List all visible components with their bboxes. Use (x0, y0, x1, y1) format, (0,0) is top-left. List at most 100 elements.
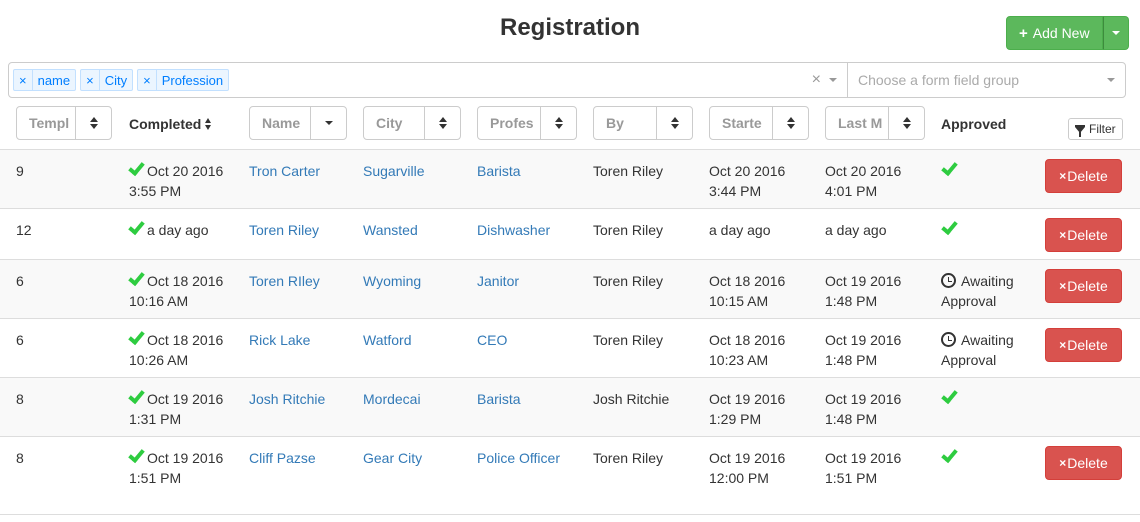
page-title: Registration (499, 14, 640, 41)
profession-link[interactable]: Barista (477, 389, 521, 409)
approved-cell (941, 158, 960, 181)
tag-city: × City (80, 69, 134, 91)
name-link[interactable]: Toren RIley (249, 271, 320, 291)
template-cell: 6 (16, 332, 24, 348)
add-new-button-group: + Add New (1006, 16, 1129, 50)
last-modified-filter: Last M (825, 106, 925, 140)
form-field-group-placeholder: Choose a form field group (858, 72, 1020, 88)
template-filter-input[interactable]: Templ (17, 107, 75, 139)
check-icon (941, 158, 958, 177)
started-cell: Oct 20 2016 3:44 PM (709, 163, 786, 199)
check-icon (128, 327, 145, 346)
close-icon: × (1059, 456, 1067, 470)
delete-button[interactable]: × Delete (1045, 159, 1122, 193)
sort-icon (554, 117, 563, 129)
check-icon (941, 386, 958, 405)
delete-button[interactable]: × Delete (1045, 446, 1122, 480)
name-link[interactable]: Cliff Pazse (249, 448, 316, 468)
approved-header: Approved (941, 116, 1006, 132)
by-cell: Toren Riley (593, 222, 664, 238)
tag-remove-icon[interactable]: × (14, 70, 33, 90)
approved-header-label: Approved (941, 116, 1007, 132)
city-link[interactable]: Watford (363, 330, 412, 350)
started-cell: Oct 18 2016 10:23 AM (709, 332, 786, 368)
city-link[interactable]: Wansted (363, 220, 418, 240)
profession-link[interactable]: Police Officer (477, 448, 560, 468)
name-link[interactable]: Rick Lake (249, 330, 310, 350)
by-cell: Toren Riley (593, 332, 664, 348)
profession-sort-button[interactable] (540, 107, 576, 139)
name-filter-input[interactable]: Name (250, 107, 310, 139)
completed-cell: Oct 18 2016 10:16 AM (128, 268, 223, 311)
name-link[interactable]: Josh Ritchie (249, 389, 325, 409)
last-modified-cell: Oct 19 2016 1:48 PM (825, 332, 902, 368)
chevron-down-icon[interactable] (829, 78, 837, 82)
profession-link[interactable]: Janitor (477, 271, 519, 291)
by-filter-input[interactable]: By (594, 107, 656, 139)
name-filter: Name (249, 106, 347, 140)
city-link[interactable]: Gear City (363, 448, 422, 468)
table-row: 8 Oct 19 2016 1:31 PM Josh Ritchie Mordec… (0, 377, 1140, 437)
name-dropdown-button[interactable] (310, 107, 346, 139)
approved-cell (941, 217, 960, 240)
check-icon (128, 217, 145, 236)
close-icon: × (1059, 169, 1067, 183)
profession-link[interactable]: Barista (477, 161, 521, 181)
city-filter-input[interactable]: City (364, 107, 424, 139)
city-filter: City (363, 106, 461, 140)
city-link[interactable]: Wyoming (363, 271, 421, 291)
template-cell: 12 (16, 222, 32, 238)
profession-link[interactable]: CEO (477, 330, 507, 350)
last-modified-cell: Oct 19 2016 1:48 PM (825, 273, 902, 309)
add-new-button[interactable]: + Add New (1006, 16, 1103, 50)
clock-icon (941, 332, 956, 347)
chevron-down-icon (1107, 78, 1115, 82)
check-icon (128, 268, 145, 287)
started-filter-input[interactable]: Starte (710, 107, 772, 139)
last-modified-cell: Oct 20 2016 4:01 PM (825, 163, 902, 199)
city-link[interactable]: Mordecai (363, 389, 421, 409)
last-modified-cell: Oct 19 2016 1:51 PM (825, 450, 902, 486)
profession-filter-input[interactable]: Profes (478, 107, 540, 139)
check-icon (941, 445, 958, 464)
profession-filter: Profes (477, 106, 577, 140)
form-field-group-select[interactable]: Choose a form field group (847, 63, 1125, 97)
last-modified-sort-button[interactable] (888, 107, 924, 139)
by-sort-button[interactable] (656, 107, 692, 139)
completed-cell: a day ago (128, 217, 209, 240)
close-icon: × (1059, 279, 1067, 293)
by-cell: Josh Ritchie (593, 391, 670, 407)
clock-icon (941, 273, 956, 288)
funnel-icon (1075, 125, 1085, 137)
city-link[interactable]: Sugarville (363, 161, 424, 181)
last-modified-filter-input[interactable]: Last M (826, 107, 888, 139)
add-new-dropdown-toggle[interactable] (1102, 16, 1129, 50)
approved-cell (941, 445, 960, 468)
chevron-down-icon (324, 121, 333, 125)
template-cell: 6 (16, 273, 24, 289)
close-icon: × (1059, 228, 1067, 242)
clear-all-icon[interactable]: × (812, 71, 821, 89)
delete-button[interactable]: × Delete (1045, 328, 1122, 362)
completed-cell: Oct 20 2016 3:55 PM (128, 158, 223, 201)
profession-link[interactable]: Dishwasher (477, 220, 550, 240)
completed-header[interactable]: Completed (129, 116, 212, 132)
delete-button[interactable]: × Delete (1045, 269, 1122, 303)
tag-remove-icon[interactable]: × (138, 70, 157, 90)
completed-cell: Oct 19 2016 1:31 PM (128, 386, 223, 429)
filter-button[interactable]: Filter (1068, 118, 1123, 140)
table-bottom-divider (0, 514, 1140, 515)
tag-remove-icon[interactable]: × (81, 70, 100, 90)
name-link[interactable]: Tron Carter (249, 161, 320, 181)
started-cell: Oct 18 2016 10:15 AM (709, 273, 786, 309)
field-tags-input[interactable]: × name × City × Profession × (9, 63, 847, 97)
delete-button[interactable]: × Delete (1045, 218, 1122, 252)
template-cell: 9 (16, 163, 24, 179)
tag-label: City (104, 72, 128, 88)
template-sort-button[interactable] (75, 107, 111, 139)
by-cell: Toren Riley (593, 163, 664, 179)
last-modified-cell: Oct 19 2016 1:48 PM (825, 391, 902, 427)
name-link[interactable]: Toren Riley (249, 220, 319, 240)
started-sort-button[interactable] (772, 107, 808, 139)
city-sort-button[interactable] (424, 107, 460, 139)
